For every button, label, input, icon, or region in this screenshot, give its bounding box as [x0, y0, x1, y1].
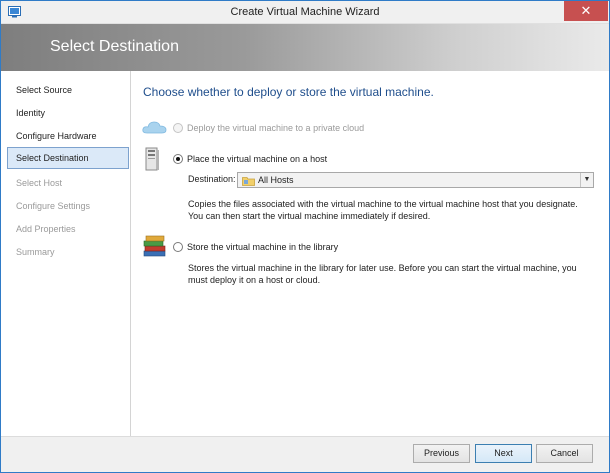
host-desc-line-2: You can then start the virtual machine i… [188, 211, 431, 221]
previous-button[interactable]: Previous [413, 444, 470, 463]
library-description: Stores the virtual machine in the librar… [188, 262, 577, 286]
sidebar-item-select-host: Select Host [16, 178, 63, 188]
wizard-steps-sidebar: Select Source Identity Configure Hardwar… [1, 71, 131, 436]
store-library-radio[interactable] [173, 242, 183, 252]
sidebar-item-configure-hardware[interactable]: Configure Hardware [7, 125, 129, 147]
title-bar[interactable]: Create Virtual Machine Wizard ✕ [1, 1, 609, 24]
store-library-label[interactable]: Store the virtual machine in the library [187, 242, 338, 252]
place-host-label[interactable]: Place the virtual machine on a host [187, 154, 327, 164]
library-desc-line-1: Stores the virtual machine in the librar… [188, 263, 577, 273]
folder-icon [242, 177, 255, 186]
host-description: Copies the files associated with the vir… [188, 198, 578, 222]
library-desc-line-2: must deploy it on a host or cloud. [188, 275, 321, 285]
close-button[interactable]: ✕ [564, 1, 608, 21]
deploy-cloud-radio [173, 123, 183, 133]
page-title: Select Destination [50, 38, 179, 55]
window-title: Create Virtual Machine Wizard [230, 6, 380, 18]
place-host-radio[interactable] [173, 154, 183, 164]
radio-selected-dot [176, 157, 180, 161]
chevron-down-icon[interactable]: ▼ [580, 173, 593, 187]
destination-label: Destination: [188, 174, 236, 184]
destination-dropdown[interactable]: All Hosts ▼ [237, 172, 594, 188]
close-icon: ✕ [580, 3, 592, 18]
sidebar-item-summary: Summary [16, 247, 55, 257]
host-desc-line-1: Copies the files associated with the vir… [188, 199, 578, 209]
sidebar-item-add-properties: Add Properties [16, 224, 76, 234]
destination-value: All Hosts [258, 175, 294, 185]
sidebar-item-configure-settings: Configure Settings [16, 201, 91, 211]
cloud-icon [142, 121, 167, 134]
content-heading: Choose whether to deploy or store the vi… [143, 85, 434, 99]
wizard-footer: Previous Next Cancel [1, 436, 609, 472]
sidebar-item-identity[interactable]: Identity [7, 102, 129, 124]
deploy-cloud-label: Deploy the virtual machine to a private … [187, 123, 365, 133]
main-content: Choose whether to deploy or store the vi… [132, 71, 609, 436]
server-icon [145, 147, 159, 171]
cancel-button[interactable]: Cancel [536, 444, 593, 463]
header-band: Select Destination [1, 24, 609, 71]
sidebar-item-select-source[interactable]: Select Source [7, 79, 129, 101]
library-books-icon [143, 235, 166, 257]
next-button[interactable]: Next [475, 444, 532, 463]
sidebar-item-select-destination[interactable]: Select Destination [7, 147, 129, 169]
wizard-window: Create Virtual Machine Wizard ✕ Select D… [0, 0, 610, 473]
